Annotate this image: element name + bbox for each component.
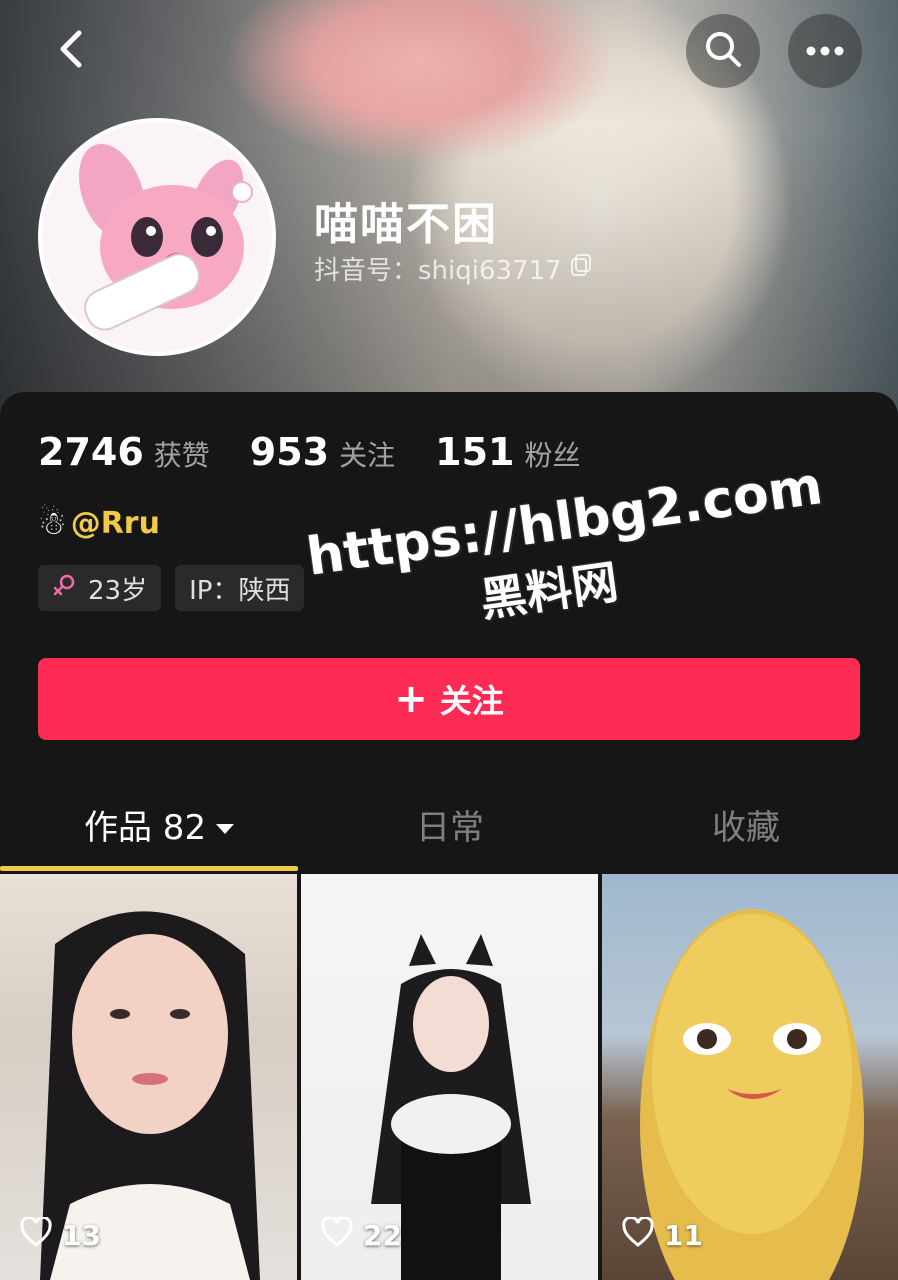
stat-value: 2746 [38,430,144,474]
female-icon [52,572,78,605]
profile-tags: 23岁 IP：陕西 [38,565,305,611]
chevron-left-icon [51,25,91,77]
douyin-id: 抖音号：shiqi63717 [314,256,562,286]
profile-name: 喵喵不困 [314,199,498,250]
like-count-value: 13 [62,1219,101,1252]
video-grid: 13 22 11 [0,874,898,1280]
avatar-illustration [79,143,253,331]
stat-likes[interactable]: 2746 获赞 [38,430,210,474]
like-count-value: 11 [664,1219,703,1252]
tab-label: 日常 [416,808,484,848]
stat-label: 获赞 [153,439,210,472]
mention-link[interactable]: @Rru [71,506,160,541]
like-count: 22 [321,1215,402,1254]
content-tabs: 作品 82 日常 收藏 [0,790,898,870]
search-button[interactable] [686,14,760,88]
snowman-icon: ☃ [38,504,67,542]
tab-works[interactable]: 作品 82 [84,800,236,849]
video-thumbnail[interactable]: 13 [0,874,297,1280]
back-button[interactable] [34,14,108,88]
plus-icon: + [394,676,428,722]
stat-value: 953 [249,430,330,474]
age-label: 23岁 [88,575,148,606]
search-icon [703,29,743,73]
heart-icon [321,1215,353,1254]
follow-label: 关注 [439,682,504,720]
heart-icon [622,1215,654,1254]
tab-favorites[interactable]: 收藏 [712,800,780,849]
mention-row[interactable]: ☃ @Rru [38,504,160,542]
stat-label: 粉丝 [524,439,581,472]
caret-down-icon [214,805,236,845]
more-button[interactable] [788,14,862,88]
ip-tag: IP：陕西 [175,565,305,611]
tab-label: 作品 82 [84,808,207,848]
follow-button[interactable]: + 关注 [38,658,860,740]
tab-daily[interactable]: 日常 [416,800,484,849]
avatar[interactable] [38,118,276,356]
stats-row: 2746 获赞 953 关注 151 粉丝 [38,430,620,474]
video-thumbnail[interactable]: 11 [602,874,898,1280]
stat-label: 关注 [339,439,396,472]
tab-indicator [0,866,298,871]
video-thumbnail[interactable]: 22 [301,874,598,1280]
heart-icon [20,1215,52,1254]
like-count-value: 22 [363,1219,402,1252]
like-count: 13 [20,1215,101,1254]
copy-icon[interactable] [570,253,592,284]
more-horizontal-icon [805,42,845,61]
like-count: 11 [622,1215,703,1254]
stat-followers[interactable]: 151 粉丝 [435,430,580,474]
stat-value: 151 [435,430,515,474]
tab-label: 收藏 [712,808,780,848]
age-tag: 23岁 [38,565,162,611]
handle-row[interactable]: 抖音号：shiqi63717 [314,250,592,287]
stat-following[interactable]: 953 关注 [250,430,395,474]
ip-label: IP：陕西 [189,575,291,606]
